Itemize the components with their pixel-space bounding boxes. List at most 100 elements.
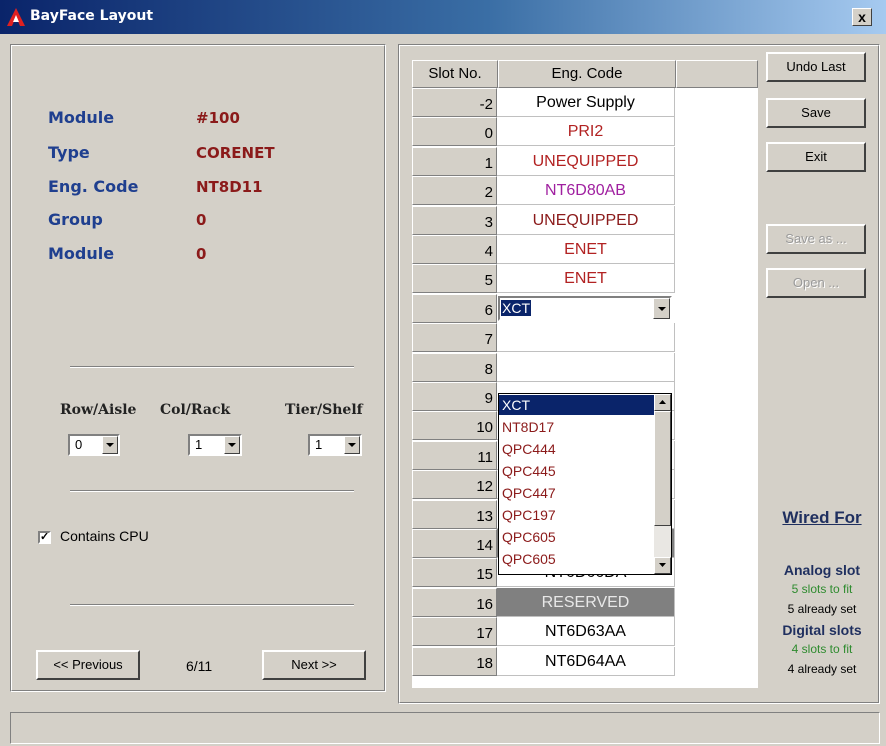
chevron-down-icon[interactable] <box>653 297 670 319</box>
slot-row[interactable]: 4 ENET <box>412 235 758 264</box>
slot-row[interactable]: -2 Power Supply <box>412 88 758 117</box>
slot-number: 8 <box>412 352 497 382</box>
eng-code-header[interactable]: Eng. Code <box>498 60 676 88</box>
separator <box>70 366 354 368</box>
wired-for-title: Wired For <box>782 508 862 527</box>
slot-number: 9 <box>412 382 497 411</box>
window-title: BayFace Layout <box>30 8 154 24</box>
slot-row[interactable]: 0 PRI2 <box>412 117 758 147</box>
eng-code-cell[interactable] <box>497 352 675 382</box>
scrollbar-thumb[interactable] <box>654 411 671 526</box>
dropdown-option[interactable]: XCT <box>499 395 654 415</box>
info-value-module: #100 <box>196 109 240 127</box>
contains-cpu-checkbox[interactable]: ✓ <box>38 531 51 544</box>
eng-code-dropdown-list[interactable]: XCT NT8D17 QPC444 QPC445 QPC447 QPC197 QPC605 Q… <box>498 393 672 575</box>
col-rack-value: 1 <box>195 437 203 452</box>
separator <box>70 604 354 606</box>
eng-code-cell[interactable]: UNEQUIPPED <box>497 205 675 235</box>
slot-number: 2 <box>412 176 497 206</box>
slot-row[interactable]: 17 NT6D63AA <box>412 617 758 647</box>
slot-number: 0 <box>412 117 497 147</box>
dropdown-option[interactable]: QPC605 <box>499 527 654 547</box>
eng-code-cell[interactable]: PRI2 <box>497 117 675 147</box>
slot-number: 13 <box>412 499 497 529</box>
eng-code-combobox[interactable]: XCT <box>498 295 672 321</box>
eng-code-cell[interactable] <box>497 323 675 353</box>
slot-number: 12 <box>412 470 497 500</box>
separator <box>70 490 354 492</box>
next-button[interactable]: Next >> <box>262 650 366 680</box>
slot-number: 15 <box>412 558 497 588</box>
analog-slots-to-fit: 5 slots to fit <box>791 582 853 596</box>
status-bar <box>10 712 880 744</box>
slot-number: 16 <box>412 587 497 617</box>
scroll-up-icon[interactable] <box>654 394 671 411</box>
slot-row[interactable]: 18 NT6D64AA <box>412 646 758 676</box>
eng-code-cell[interactable]: NT6D80AB <box>497 176 675 206</box>
app-logo-icon <box>7 8 25 26</box>
tier-shelf-value: 1 <box>315 437 323 452</box>
slot-row[interactable]: 16 RESERVED <box>412 587 758 617</box>
slot-row[interactable]: 2 NT6D80AB <box>412 176 758 206</box>
dropdown-option[interactable]: NT8D17 <box>499 417 654 437</box>
save-button[interactable]: Save <box>766 98 866 128</box>
eng-code-cell[interactable]: NT6D64AA <box>497 646 675 676</box>
eng-code-cell[interactable]: Power Supply <box>497 88 675 117</box>
info-value-eng-code: NT8D11 <box>196 178 263 196</box>
slot-row[interactable]: 5 ENET <box>412 264 758 294</box>
reserved-cell[interactable]: RESERVED <box>497 587 675 617</box>
slot-grid[interactable]: Slot No. Eng. Code -2 Power Supply 0 PRI2 1 U… <box>412 60 758 688</box>
info-label-group: Group <box>48 210 103 229</box>
slot-number: 17 <box>412 617 497 647</box>
slot-row[interactable]: 7 <box>412 323 758 353</box>
info-label-module-number: Module <box>48 244 115 263</box>
slot-number: 6 <box>412 293 497 323</box>
chevron-down-icon[interactable] <box>224 436 240 454</box>
col-rack-select[interactable]: 1 <box>188 434 242 456</box>
slot-number: 7 <box>412 323 497 353</box>
open-button[interactable]: Open ... <box>766 268 866 298</box>
dropdown-option[interactable]: QPC444 <box>499 439 654 459</box>
digital-already-set: 4 already set <box>787 662 857 676</box>
slot-row[interactable]: 3 UNEQUIPPED <box>412 205 758 235</box>
info-label-eng-code: Eng. Code <box>48 177 139 196</box>
slot-number: 3 <box>412 205 497 235</box>
dropdown-option[interactable]: QPC605 <box>499 549 654 569</box>
eng-code-cell[interactable]: ENET <box>497 264 675 294</box>
slot-row[interactable]: 6 XCT <box>412 293 758 323</box>
chevron-down-icon[interactable] <box>344 436 360 454</box>
row-aisle-select[interactable]: 0 <box>68 434 120 456</box>
scroll-down-icon[interactable] <box>654 557 671 574</box>
dropdown-scrollbar[interactable] <box>654 394 671 574</box>
save-as-button[interactable]: Save as ... <box>766 224 866 254</box>
dropdown-option[interactable]: QPC447 <box>499 483 654 503</box>
eng-code-cell[interactable]: NT6D63AA <box>497 617 675 647</box>
slot-number: 5 <box>412 264 497 294</box>
slot-row[interactable]: 1 UNEQUIPPED <box>412 146 758 176</box>
digital-slots-to-fit: 4 slots to fit <box>791 642 853 656</box>
info-value-module-number: 0 <box>196 245 207 263</box>
info-value-type: CORENET <box>196 144 275 162</box>
analog-already-set: 5 already set <box>787 602 857 616</box>
tier-shelf-label: Tier/Shelf <box>285 402 363 418</box>
eng-code-cell[interactable]: UNEQUIPPED <box>497 146 675 176</box>
slot-number: 1 <box>412 146 497 176</box>
row-aisle-label: Row/Aisle <box>60 402 137 418</box>
dropdown-option[interactable]: QPC197 <box>499 505 654 525</box>
module-info-panel <box>10 44 386 692</box>
slot-row[interactable]: 8 <box>412 352 758 382</box>
slot-number: 10 <box>412 411 497 441</box>
slot-number: -2 <box>412 88 497 117</box>
dropdown-option[interactable]: QPC445 <box>499 461 654 481</box>
col-rack-label: Col/Rack <box>160 402 231 418</box>
undo-last-button[interactable]: Undo Last <box>766 52 866 82</box>
slot-no-header[interactable]: Slot No. <box>412 60 498 88</box>
eng-code-cell[interactable]: ENET <box>497 235 675 264</box>
analog-slot-title: Analog slot <box>783 562 861 578</box>
previous-button[interactable]: << Previous <box>36 650 140 680</box>
chevron-down-icon[interactable] <box>102 436 118 454</box>
close-button[interactable]: x <box>852 8 872 26</box>
tier-shelf-select[interactable]: 1 <box>308 434 362 456</box>
exit-button[interactable]: Exit <box>766 142 866 172</box>
page-indicator: 6/11 <box>186 658 213 674</box>
